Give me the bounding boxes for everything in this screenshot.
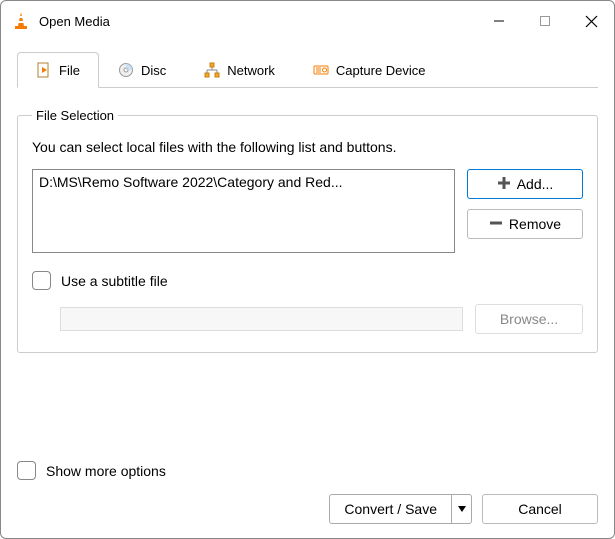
tab-disc-label: Disc xyxy=(141,63,166,78)
file-selection-legend: File Selection xyxy=(32,108,118,123)
minimize-button[interactable] xyxy=(476,1,522,41)
subtitle-checkbox[interactable] xyxy=(32,271,51,290)
tab-capture-label: Capture Device xyxy=(336,63,426,78)
tab-bar: File Disc Network Capture Device xyxy=(17,51,598,88)
file-list-item[interactable]: D:\MS\Remo Software 2022\Category and Re… xyxy=(39,174,448,190)
add-button[interactable]: Add... xyxy=(467,169,583,199)
file-list[interactable]: D:\MS\Remo Software 2022\Category and Re… xyxy=(32,169,455,253)
tab-network[interactable]: Network xyxy=(185,52,294,88)
remove-button[interactable]: Remove xyxy=(467,209,583,239)
network-icon xyxy=(204,62,220,78)
maximize-button[interactable] xyxy=(522,1,568,41)
minus-icon xyxy=(489,216,503,233)
disc-icon xyxy=(118,62,134,78)
cancel-button[interactable]: Cancel xyxy=(482,494,598,524)
cancel-button-label: Cancel xyxy=(518,501,562,517)
convert-save-button[interactable]: Convert / Save xyxy=(329,494,472,524)
footer-buttons: Convert / Save Cancel xyxy=(329,494,598,524)
remove-button-label: Remove xyxy=(509,216,561,232)
tab-capture[interactable]: Capture Device xyxy=(294,52,445,88)
show-more-row: Show more options xyxy=(17,461,166,480)
file-selection-hint: You can select local files with the foll… xyxy=(32,139,583,155)
window-controls xyxy=(476,1,614,41)
file-selection-group: File Selection You can select local file… xyxy=(17,108,598,353)
chevron-down-icon xyxy=(458,505,466,513)
tab-disc[interactable]: Disc xyxy=(99,52,185,88)
dialog-content: File Disc Network Capture Device File Se… xyxy=(1,41,614,353)
show-more-checkbox[interactable] xyxy=(17,461,36,480)
tab-network-label: Network xyxy=(227,63,275,78)
tab-file-label: File xyxy=(59,63,80,78)
browse-button: Browse... xyxy=(475,304,583,334)
vlc-cone-icon xyxy=(11,11,31,31)
browse-button-label: Browse... xyxy=(500,311,558,327)
convert-save-label[interactable]: Convert / Save xyxy=(330,495,451,523)
subtitle-checkbox-label: Use a subtitle file xyxy=(61,273,168,289)
show-more-label: Show more options xyxy=(46,463,166,479)
subtitle-path-input xyxy=(60,307,463,331)
plus-icon xyxy=(497,176,511,193)
add-button-label: Add... xyxy=(517,176,554,192)
close-button[interactable] xyxy=(568,1,614,41)
window-title: Open Media xyxy=(39,14,476,29)
file-icon xyxy=(36,62,52,78)
convert-save-dropdown[interactable] xyxy=(451,495,471,523)
tab-file[interactable]: File xyxy=(17,52,99,88)
titlebar: Open Media xyxy=(1,1,614,41)
capture-icon xyxy=(313,62,329,78)
